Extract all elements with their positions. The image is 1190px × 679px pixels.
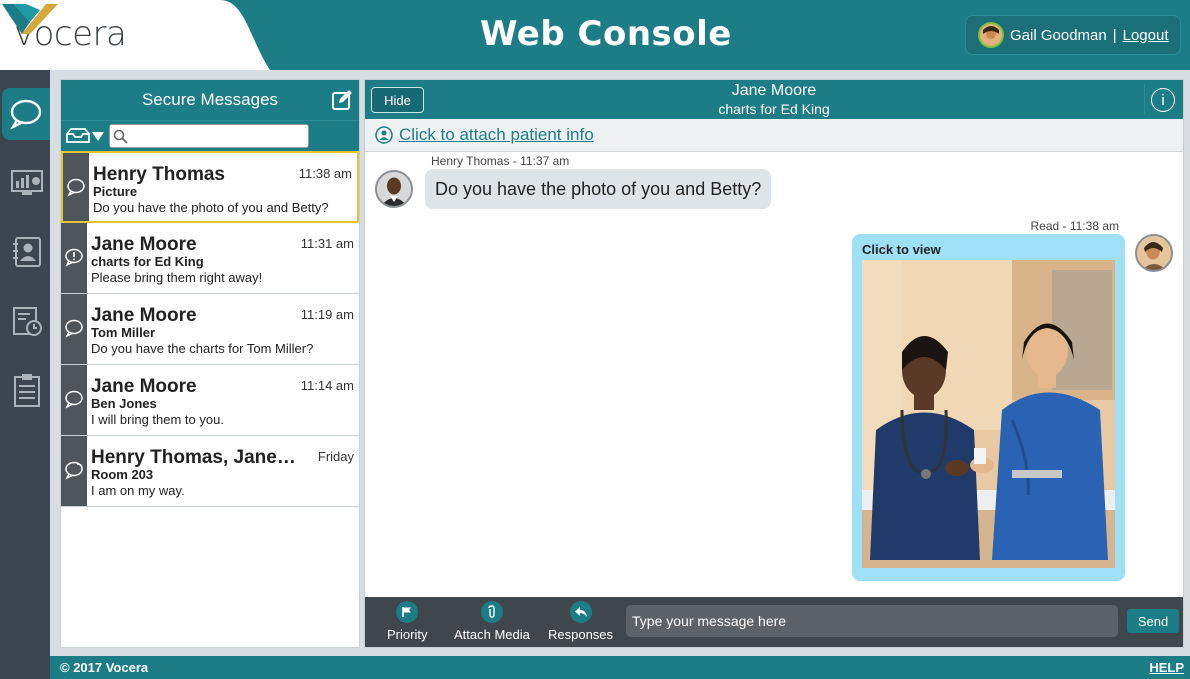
compose-bar: Priority Attach Media Responses Send [365, 597, 1183, 647]
info-icon: i [1161, 91, 1165, 109]
responses-label: Responses [548, 627, 614, 642]
attach-patient-link[interactable]: Click to attach patient info [399, 125, 594, 145]
clipboard-icon [14, 374, 40, 407]
incoming-message: Do you have the photo of you and Betty? [425, 169, 772, 209]
message-subject: Room 203 [91, 467, 154, 482]
page-title: Web Console [480, 14, 732, 54]
user-separator: | [1112, 26, 1117, 44]
conversation-title: Jane Moore [731, 82, 817, 99]
message-time: Friday [317, 449, 354, 464]
conversation-subject: charts for Ed King [718, 101, 830, 117]
logout-link[interactable]: Logout [1123, 27, 1169, 44]
priority-button[interactable]: Priority [387, 601, 427, 642]
message-time: 11:38 am [298, 166, 352, 181]
chat-icon [65, 319, 83, 338]
message-time: 11:14 am [300, 378, 354, 393]
logo-v-icon [2, 4, 58, 34]
history-icon [13, 307, 42, 336]
attach-media-button[interactable]: Attach Media [454, 601, 530, 642]
nav-history[interactable] [4, 295, 50, 347]
message-subject: Picture [93, 184, 138, 199]
message-time: 11:19 am [300, 307, 354, 322]
search-icon [113, 129, 128, 144]
attach-patient-row: Click to attach patient info [365, 119, 1183, 152]
responses-button[interactable]: Responses [548, 601, 613, 642]
message-preview: Please bring them right away! [91, 270, 263, 285]
message-list-header: Secure Messages [61, 80, 359, 120]
attach-media-label: Attach Media [454, 627, 530, 642]
message-sender: Jane Moore [91, 305, 197, 326]
message-item[interactable]: Jane Moore 11:19 am Tom Miller Do you ha… [61, 294, 359, 365]
message-item-bar [61, 223, 87, 293]
message-subject: Ben Jones [91, 396, 157, 411]
message-list-panel: Secure Messages Henry Thomas 11:38 am Pi… [60, 79, 360, 648]
message-item[interactable]: Jane Moore 11:31 am charts for Ed King P… [61, 223, 359, 294]
message-sender: Henry Thomas [93, 164, 225, 185]
dashboard-icon [11, 170, 43, 195]
side-navigation [0, 70, 50, 679]
app-header: vocera Web Console Gail Goodman | Logout [0, 0, 1190, 70]
paperclip-icon [480, 601, 503, 623]
message-item-bar [61, 365, 87, 435]
send-button[interactable]: Send [1127, 609, 1179, 633]
patient-icon [375, 126, 393, 144]
read-status: Read - 11:38 am [1030, 219, 1120, 233]
user-menu: Gail Goodman | Logout [965, 15, 1181, 55]
message-list-title: Secure Messages [141, 90, 279, 109]
vocera-logo: vocera [0, 0, 270, 70]
message-subject: charts for Ed King [91, 254, 204, 269]
search-bar [61, 120, 359, 151]
copyright-text: © 2017 Vocera [60, 660, 149, 675]
message-subject: Tom Miller [91, 325, 156, 340]
message-sender: Henry Thomas, Jane… [91, 447, 296, 468]
sender-avatar [375, 170, 413, 208]
user-avatar [978, 22, 1004, 48]
message-item-bar [63, 153, 89, 221]
outgoing-media-message[interactable]: Click to view [852, 234, 1125, 581]
message-item[interactable]: Henry Thomas, Jane… Friday Room 203 I am… [61, 436, 359, 507]
reply-arrow-icon [569, 601, 592, 623]
click-to-view-label[interactable]: Click to view [862, 242, 941, 257]
chat-bubble-icon [10, 99, 42, 129]
message-item-bar [61, 436, 87, 506]
message-preview: Do you have the photo of you and Betty? [93, 200, 329, 215]
flag-icon [396, 601, 419, 623]
compose-icon[interactable] [331, 89, 353, 111]
nav-dashboard[interactable] [4, 158, 50, 210]
nurses-photo[interactable] [862, 260, 1115, 568]
chat-icon [65, 390, 83, 409]
header-divider [1144, 84, 1145, 114]
message-preview: Do you have the charts for Tom Miller? [91, 341, 314, 356]
nav-messages[interactable] [2, 88, 50, 140]
chat-icon [67, 178, 85, 197]
message-item[interactable]: Henry Thomas 11:38 am Picture Do you hav… [61, 151, 359, 223]
message-sender: Jane Moore [91, 376, 197, 397]
chevron-down-icon[interactable] [91, 129, 105, 143]
message-input[interactable] [626, 605, 1118, 637]
nav-contacts[interactable] [4, 226, 50, 278]
group-chat-icon [65, 461, 83, 480]
incoming-sender-line: Henry Thomas - 11:37 am [431, 154, 570, 168]
message-time: 11:31 am [300, 236, 354, 251]
my-avatar [1135, 234, 1173, 272]
user-name: Gail Goodman [1010, 26, 1107, 44]
search-wrapper [105, 124, 355, 148]
urgent-chat-icon [65, 248, 83, 267]
contacts-icon [13, 237, 41, 267]
info-button[interactable]: i [1151, 88, 1175, 112]
search-input[interactable] [109, 124, 309, 148]
message-sender: Jane Moore [91, 234, 197, 255]
priority-label: Priority [387, 627, 428, 642]
conversation-panel: Hide Jane Moore charts for Ed King i Cli… [364, 79, 1184, 648]
message-item-bar [61, 294, 87, 364]
conversation-header: Hide Jane Moore charts for Ed King i [365, 80, 1183, 119]
help-link[interactable]: HELP [1149, 660, 1184, 675]
app-footer: © 2017 Vocera HELP [50, 656, 1190, 679]
nav-tasks[interactable] [4, 364, 50, 416]
message-item[interactable]: Jane Moore 11:14 am Ben Jones I will bri… [61, 365, 359, 436]
inbox-icon[interactable] [65, 126, 91, 146]
message-preview: I am on my way. [91, 483, 185, 498]
message-preview: I will bring them to you. [91, 412, 224, 427]
